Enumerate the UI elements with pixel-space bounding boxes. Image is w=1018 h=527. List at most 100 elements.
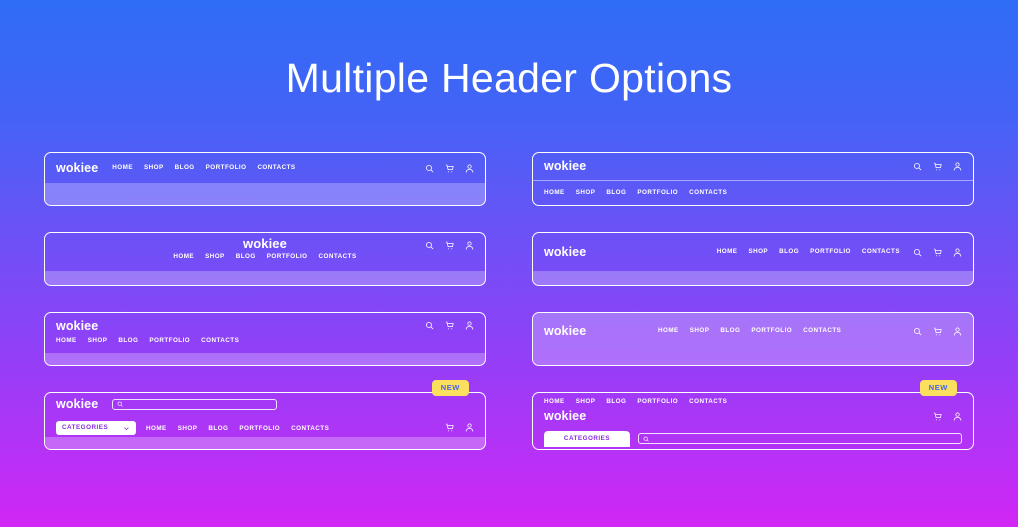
nav-item-shop[interactable]: SHOP — [144, 164, 164, 171]
nav-item-blog[interactable]: BLOG — [175, 164, 195, 171]
brand-logo[interactable]: wokiee — [544, 160, 586, 173]
header-8-nav-row: HOME SHOP BLOG PORTFOLIO CONTACTS — [533, 393, 973, 407]
nav-item-portfolio[interactable]: PORTFOLIO — [149, 337, 190, 344]
nav-item-contacts[interactable]: CONTACTS — [862, 248, 900, 255]
chevron-down-icon — [123, 425, 130, 432]
header-actions — [933, 412, 962, 421]
nav-item-blog[interactable]: BLOG — [208, 425, 228, 432]
nav-item-shop[interactable]: SHOP — [576, 189, 596, 196]
header-option-4: wokiee HOME SHOP BLOG PORTFOLIO CONTACTS — [532, 232, 974, 286]
nav-item-home[interactable]: HOME — [544, 189, 565, 196]
nav-item-blog[interactable]: BLOG — [606, 189, 626, 196]
nav-item-shop[interactable]: SHOP — [748, 248, 768, 255]
nav-item-portfolio[interactable]: PORTFOLIO — [751, 327, 792, 334]
user-icon[interactable] — [465, 423, 474, 432]
nav-item-portfolio[interactable]: PORTFOLIO — [267, 253, 308, 260]
header-actions — [913, 248, 962, 257]
nav-item-shop[interactable]: SHOP — [178, 425, 198, 432]
primary-nav: HOME SHOP BLOG PORTFOLIO CONTACTS — [658, 327, 841, 334]
search-input[interactable] — [652, 435, 957, 442]
header-2-nav-row: HOME SHOP BLOG PORTFOLIO CONTACTS — [533, 181, 973, 205]
search-icon[interactable] — [425, 241, 434, 250]
nav-item-contacts[interactable]: CONTACTS — [201, 337, 239, 344]
nav-item-contacts[interactable]: CONTACTS — [257, 164, 295, 171]
nav-item-home[interactable]: HOME — [717, 248, 738, 255]
nav-item-portfolio[interactable]: PORTFOLIO — [239, 425, 280, 432]
categories-tab[interactable]: CATEGORIES — [544, 431, 630, 447]
header-options-grid: wokiee HOME SHOP BLOG PORTFOLIO CONTACTS — [44, 152, 974, 450]
search-icon — [643, 436, 649, 442]
cart-icon[interactable] — [933, 412, 942, 421]
user-icon[interactable] — [465, 321, 474, 330]
primary-nav: HOME SHOP BLOG PORTFOLIO CONTACTS — [544, 189, 727, 196]
nav-item-portfolio[interactable]: PORTFOLIO — [637, 398, 678, 405]
brand-logo[interactable]: wokiee — [544, 325, 586, 338]
search-input[interactable] — [126, 401, 273, 407]
new-badge: NEW — [919, 380, 957, 396]
user-icon[interactable] — [465, 164, 474, 173]
search-icon — [117, 401, 123, 407]
nav-item-contacts[interactable]: CONTACTS — [319, 253, 357, 260]
header-7-bottom-row: CATEGORIES HOME SHOP BLOG PORTFOLIO CONT… — [45, 415, 485, 437]
brand-logo[interactable]: wokiee — [56, 320, 239, 333]
user-icon[interactable] — [465, 241, 474, 250]
cart-icon[interactable] — [445, 321, 454, 330]
header-5-left-stack: wokiee HOME SHOP BLOG PORTFOLIO CONTACTS — [56, 320, 239, 344]
primary-nav: HOME SHOP BLOG PORTFOLIO CONTACTS — [56, 337, 239, 344]
user-icon[interactable] — [953, 327, 962, 336]
nav-item-contacts[interactable]: CONTACTS — [803, 327, 841, 334]
new-badge: NEW — [431, 380, 469, 396]
primary-nav: HOME SHOP BLOG PORTFOLIO CONTACTS — [173, 253, 357, 260]
nav-item-portfolio[interactable]: PORTFOLIO — [206, 164, 247, 171]
search-box[interactable] — [638, 433, 962, 444]
cart-icon[interactable] — [445, 164, 454, 173]
nav-item-portfolio[interactable]: PORTFOLIO — [637, 189, 678, 196]
nav-item-blog[interactable]: BLOG — [779, 248, 799, 255]
nav-item-shop[interactable]: SHOP — [690, 327, 710, 334]
brand-logo[interactable]: wokiee — [56, 398, 98, 411]
nav-item-contacts[interactable]: CONTACTS — [291, 425, 329, 432]
nav-item-home[interactable]: HOME — [146, 425, 167, 432]
cart-icon[interactable] — [933, 327, 942, 336]
categories-dropdown[interactable]: CATEGORIES — [56, 421, 136, 435]
nav-item-home[interactable]: HOME — [658, 327, 679, 334]
nav-item-contacts[interactable]: CONTACTS — [689, 189, 727, 196]
nav-item-shop[interactable]: SHOP — [88, 337, 108, 344]
search-icon[interactable] — [425, 164, 434, 173]
nav-item-home[interactable]: HOME — [173, 253, 194, 260]
search-icon[interactable] — [913, 162, 922, 171]
header-actions — [445, 423, 474, 432]
header-3-lower-band — [45, 271, 485, 285]
nav-item-blog[interactable]: BLOG — [236, 253, 256, 260]
user-icon[interactable] — [953, 412, 962, 421]
header-option-8: NEW HOME SHOP BLOG PORTFOLIO CONTACTS wo… — [532, 380, 974, 450]
cart-icon[interactable] — [933, 162, 942, 171]
cart-icon[interactable] — [445, 241, 454, 250]
nav-item-home[interactable]: HOME — [112, 164, 133, 171]
user-icon[interactable] — [953, 162, 962, 171]
user-icon[interactable] — [953, 248, 962, 257]
header-5-main-row: wokiee HOME SHOP BLOG PORTFOLIO CONTACTS — [45, 313, 485, 353]
brand-logo[interactable]: wokiee — [544, 410, 586, 423]
header-option-5: wokiee HOME SHOP BLOG PORTFOLIO CONTACTS — [44, 312, 486, 366]
search-icon[interactable] — [913, 248, 922, 257]
nav-item-blog[interactable]: BLOG — [720, 327, 740, 334]
brand-logo[interactable]: wokiee — [56, 162, 98, 175]
search-icon[interactable] — [425, 321, 434, 330]
nav-item-blog[interactable]: BLOG — [606, 398, 626, 405]
nav-item-blog[interactable]: BLOG — [118, 337, 138, 344]
nav-item-shop[interactable]: SHOP — [576, 398, 596, 405]
header-actions — [913, 327, 962, 336]
nav-item-shop[interactable]: SHOP — [205, 253, 225, 260]
nav-item-home[interactable]: HOME — [56, 337, 77, 344]
brand-logo[interactable]: wokiee — [243, 237, 287, 250]
nav-item-contacts[interactable]: CONTACTS — [689, 398, 727, 405]
search-icon[interactable] — [913, 327, 922, 336]
brand-logo[interactable]: wokiee — [544, 246, 586, 259]
header-8-search-row: CATEGORIES — [533, 425, 973, 447]
search-box[interactable] — [112, 398, 278, 410]
nav-item-home[interactable]: HOME — [544, 398, 565, 405]
nav-item-portfolio[interactable]: PORTFOLIO — [810, 248, 851, 255]
cart-icon[interactable] — [445, 423, 454, 432]
cart-icon[interactable] — [933, 248, 942, 257]
